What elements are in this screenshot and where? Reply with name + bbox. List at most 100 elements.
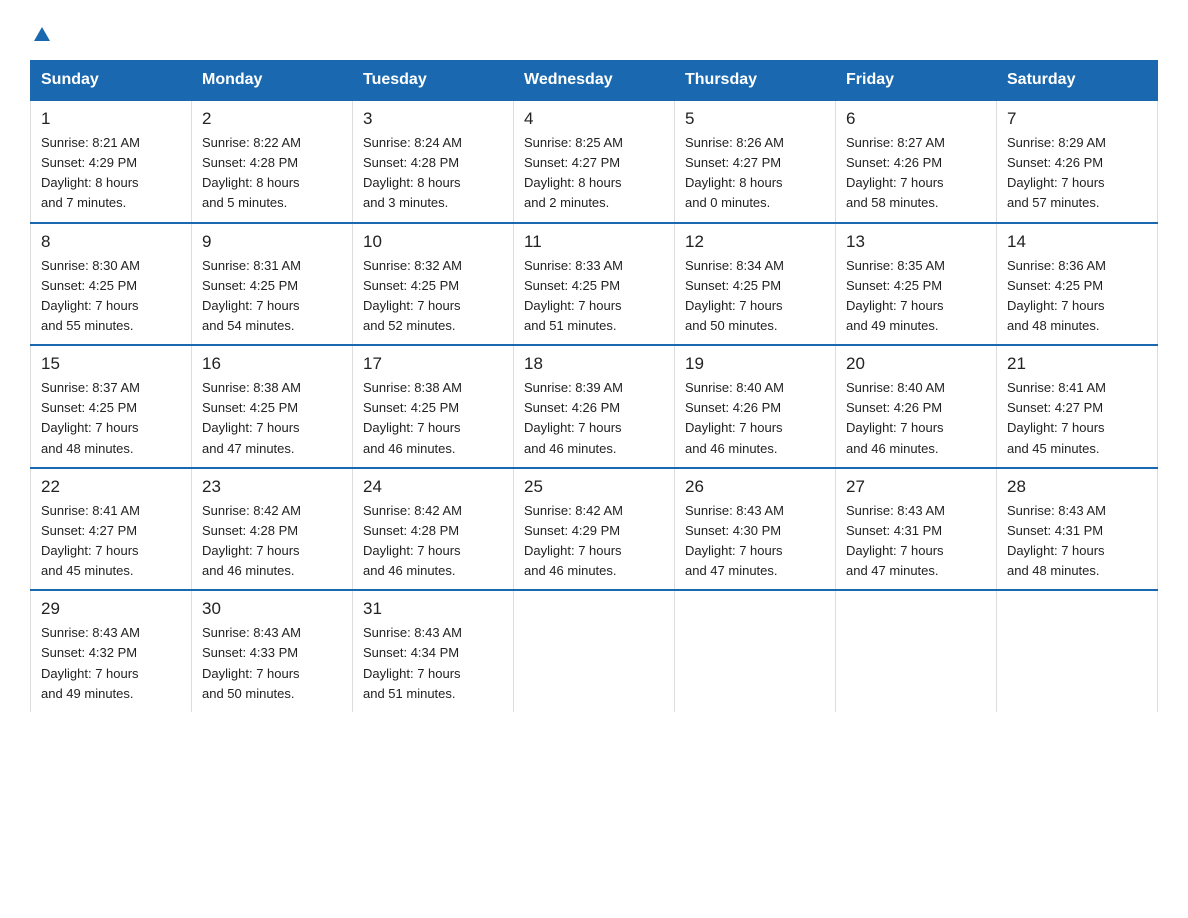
day-info: Sunrise: 8:35 AMSunset: 4:25 PMDaylight:… — [846, 256, 986, 337]
day-number: 23 — [202, 477, 342, 497]
calendar-week-1: 1 Sunrise: 8:21 AMSunset: 4:29 PMDayligh… — [31, 100, 1158, 223]
day-number: 5 — [685, 109, 825, 129]
day-number: 26 — [685, 477, 825, 497]
calendar-cell — [997, 590, 1158, 712]
calendar-cell: 31 Sunrise: 8:43 AMSunset: 4:34 PMDaylig… — [353, 590, 514, 712]
day-info: Sunrise: 8:21 AMSunset: 4:29 PMDaylight:… — [41, 133, 181, 214]
calendar-week-3: 15 Sunrise: 8:37 AMSunset: 4:25 PMDaylig… — [31, 345, 1158, 468]
day-info: Sunrise: 8:30 AMSunset: 4:25 PMDaylight:… — [41, 256, 181, 337]
calendar-cell: 29 Sunrise: 8:43 AMSunset: 4:32 PMDaylig… — [31, 590, 192, 712]
day-number: 7 — [1007, 109, 1147, 129]
day-number: 21 — [1007, 354, 1147, 374]
calendar-week-2: 8 Sunrise: 8:30 AMSunset: 4:25 PMDayligh… — [31, 223, 1158, 346]
calendar-cell: 20 Sunrise: 8:40 AMSunset: 4:26 PMDaylig… — [836, 345, 997, 468]
day-info: Sunrise: 8:43 AMSunset: 4:31 PMDaylight:… — [1007, 501, 1147, 582]
day-number: 16 — [202, 354, 342, 374]
logo-arrow-icon — [32, 25, 52, 45]
calendar-cell: 16 Sunrise: 8:38 AMSunset: 4:25 PMDaylig… — [192, 345, 353, 468]
calendar-cell: 11 Sunrise: 8:33 AMSunset: 4:25 PMDaylig… — [514, 223, 675, 346]
calendar-cell: 4 Sunrise: 8:25 AMSunset: 4:27 PMDayligh… — [514, 100, 675, 223]
calendar-cell: 3 Sunrise: 8:24 AMSunset: 4:28 PMDayligh… — [353, 100, 514, 223]
day-info: Sunrise: 8:32 AMSunset: 4:25 PMDaylight:… — [363, 256, 503, 337]
day-number: 20 — [846, 354, 986, 374]
calendar-cell: 14 Sunrise: 8:36 AMSunset: 4:25 PMDaylig… — [997, 223, 1158, 346]
day-number: 12 — [685, 232, 825, 252]
calendar-cell: 12 Sunrise: 8:34 AMSunset: 4:25 PMDaylig… — [675, 223, 836, 346]
calendar-cell: 18 Sunrise: 8:39 AMSunset: 4:26 PMDaylig… — [514, 345, 675, 468]
page-header — [30, 20, 1158, 50]
day-number: 11 — [524, 232, 664, 252]
calendar-table: SundayMondayTuesdayWednesdayThursdayFrid… — [30, 60, 1158, 712]
day-number: 18 — [524, 354, 664, 374]
day-info: Sunrise: 8:43 AMSunset: 4:30 PMDaylight:… — [685, 501, 825, 582]
calendar-header-monday: Monday — [192, 61, 353, 101]
calendar-header-tuesday: Tuesday — [353, 61, 514, 101]
day-number: 10 — [363, 232, 503, 252]
calendar-cell: 21 Sunrise: 8:41 AMSunset: 4:27 PMDaylig… — [997, 345, 1158, 468]
calendar-cell: 27 Sunrise: 8:43 AMSunset: 4:31 PMDaylig… — [836, 468, 997, 591]
day-info: Sunrise: 8:39 AMSunset: 4:26 PMDaylight:… — [524, 378, 664, 459]
day-info: Sunrise: 8:42 AMSunset: 4:29 PMDaylight:… — [524, 501, 664, 582]
day-info: Sunrise: 8:24 AMSunset: 4:28 PMDaylight:… — [363, 133, 503, 214]
day-info: Sunrise: 8:31 AMSunset: 4:25 PMDaylight:… — [202, 256, 342, 337]
calendar-cell: 7 Sunrise: 8:29 AMSunset: 4:26 PMDayligh… — [997, 100, 1158, 223]
day-number: 25 — [524, 477, 664, 497]
calendar-cell — [514, 590, 675, 712]
day-info: Sunrise: 8:34 AMSunset: 4:25 PMDaylight:… — [685, 256, 825, 337]
day-number: 15 — [41, 354, 181, 374]
day-number: 29 — [41, 599, 181, 619]
calendar-header-row: SundayMondayTuesdayWednesdayThursdayFrid… — [31, 61, 1158, 101]
calendar-header-saturday: Saturday — [997, 61, 1158, 101]
day-number: 3 — [363, 109, 503, 129]
day-number: 19 — [685, 354, 825, 374]
calendar-cell: 23 Sunrise: 8:42 AMSunset: 4:28 PMDaylig… — [192, 468, 353, 591]
day-number: 8 — [41, 232, 181, 252]
day-info: Sunrise: 8:43 AMSunset: 4:34 PMDaylight:… — [363, 623, 503, 704]
calendar-cell: 8 Sunrise: 8:30 AMSunset: 4:25 PMDayligh… — [31, 223, 192, 346]
day-number: 1 — [41, 109, 181, 129]
day-info: Sunrise: 8:22 AMSunset: 4:28 PMDaylight:… — [202, 133, 342, 214]
calendar-header-friday: Friday — [836, 61, 997, 101]
calendar-cell: 2 Sunrise: 8:22 AMSunset: 4:28 PMDayligh… — [192, 100, 353, 223]
day-number: 4 — [524, 109, 664, 129]
day-info: Sunrise: 8:41 AMSunset: 4:27 PMDaylight:… — [41, 501, 181, 582]
day-info: Sunrise: 8:42 AMSunset: 4:28 PMDaylight:… — [363, 501, 503, 582]
day-info: Sunrise: 8:33 AMSunset: 4:25 PMDaylight:… — [524, 256, 664, 337]
day-number: 13 — [846, 232, 986, 252]
calendar-cell: 22 Sunrise: 8:41 AMSunset: 4:27 PMDaylig… — [31, 468, 192, 591]
day-number: 24 — [363, 477, 503, 497]
day-number: 9 — [202, 232, 342, 252]
calendar-cell: 5 Sunrise: 8:26 AMSunset: 4:27 PMDayligh… — [675, 100, 836, 223]
calendar-cell: 6 Sunrise: 8:27 AMSunset: 4:26 PMDayligh… — [836, 100, 997, 223]
day-info: Sunrise: 8:42 AMSunset: 4:28 PMDaylight:… — [202, 501, 342, 582]
calendar-cell: 28 Sunrise: 8:43 AMSunset: 4:31 PMDaylig… — [997, 468, 1158, 591]
day-info: Sunrise: 8:38 AMSunset: 4:25 PMDaylight:… — [363, 378, 503, 459]
day-number: 2 — [202, 109, 342, 129]
calendar-cell: 15 Sunrise: 8:37 AMSunset: 4:25 PMDaylig… — [31, 345, 192, 468]
calendar-cell: 10 Sunrise: 8:32 AMSunset: 4:25 PMDaylig… — [353, 223, 514, 346]
day-number: 22 — [41, 477, 181, 497]
day-info: Sunrise: 8:37 AMSunset: 4:25 PMDaylight:… — [41, 378, 181, 459]
calendar-header-thursday: Thursday — [675, 61, 836, 101]
calendar-week-5: 29 Sunrise: 8:43 AMSunset: 4:32 PMDaylig… — [31, 590, 1158, 712]
day-number: 31 — [363, 599, 503, 619]
calendar-cell: 9 Sunrise: 8:31 AMSunset: 4:25 PMDayligh… — [192, 223, 353, 346]
calendar-cell: 13 Sunrise: 8:35 AMSunset: 4:25 PMDaylig… — [836, 223, 997, 346]
day-number: 28 — [1007, 477, 1147, 497]
calendar-cell: 17 Sunrise: 8:38 AMSunset: 4:25 PMDaylig… — [353, 345, 514, 468]
day-info: Sunrise: 8:27 AMSunset: 4:26 PMDaylight:… — [846, 133, 986, 214]
day-number: 30 — [202, 599, 342, 619]
day-info: Sunrise: 8:43 AMSunset: 4:31 PMDaylight:… — [846, 501, 986, 582]
day-number: 17 — [363, 354, 503, 374]
day-number: 14 — [1007, 232, 1147, 252]
calendar-week-4: 22 Sunrise: 8:41 AMSunset: 4:27 PMDaylig… — [31, 468, 1158, 591]
day-info: Sunrise: 8:38 AMSunset: 4:25 PMDaylight:… — [202, 378, 342, 459]
calendar-cell: 24 Sunrise: 8:42 AMSunset: 4:28 PMDaylig… — [353, 468, 514, 591]
calendar-cell: 19 Sunrise: 8:40 AMSunset: 4:26 PMDaylig… — [675, 345, 836, 468]
calendar-cell: 1 Sunrise: 8:21 AMSunset: 4:29 PMDayligh… — [31, 100, 192, 223]
day-info: Sunrise: 8:40 AMSunset: 4:26 PMDaylight:… — [846, 378, 986, 459]
day-info: Sunrise: 8:40 AMSunset: 4:26 PMDaylight:… — [685, 378, 825, 459]
calendar-header-sunday: Sunday — [31, 61, 192, 101]
day-info: Sunrise: 8:29 AMSunset: 4:26 PMDaylight:… — [1007, 133, 1147, 214]
calendar-cell — [675, 590, 836, 712]
